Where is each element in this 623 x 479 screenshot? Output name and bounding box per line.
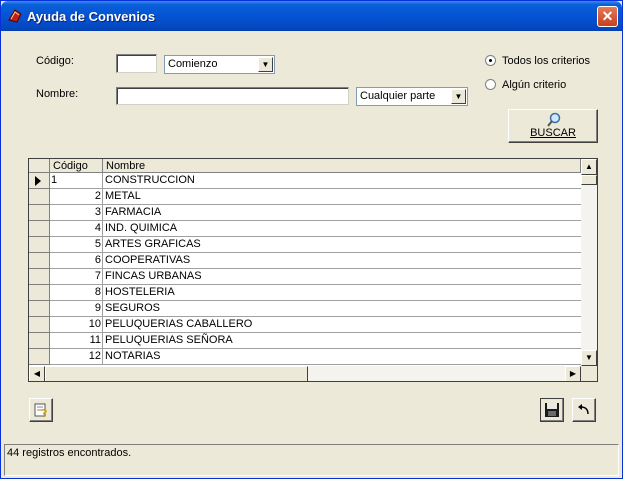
codigo-input[interactable] — [116, 54, 157, 73]
radio-algun-criterio-label[interactable]: Algún criterio — [502, 79, 566, 91]
cell-nombre[interactable]: FARMACIA — [103, 205, 581, 221]
radio-todos-criterios-label[interactable]: Todos los criterios — [502, 55, 590, 67]
row-indicator[interactable] — [29, 205, 50, 221]
table-row[interactable]: 1 CONSTRUCCION — [29, 173, 581, 189]
cell-codigo[interactable]: 3 — [50, 205, 103, 221]
row-indicator[interactable] — [29, 253, 50, 269]
scrollbar-corner — [581, 366, 597, 381]
table-row[interactable]: 3 FARMACIA — [29, 205, 581, 221]
codigo-match-select[interactable]: Comienzo ▼ — [164, 55, 275, 74]
cell-nombre[interactable]: FINCAS URBANAS — [103, 269, 581, 285]
vertical-scrollbar[interactable]: ▲ ▼ — [581, 159, 597, 366]
scroll-right-icon[interactable]: ▶ — [565, 366, 581, 381]
cell-nombre[interactable]: ARTES GRAFICAS — [103, 237, 581, 253]
table-row[interactable]: 4 IND. QUIMICA — [29, 221, 581, 237]
table-row[interactable]: 12 NOTARIAS — [29, 349, 581, 365]
row-indicator[interactable] — [29, 285, 50, 301]
cell-codigo[interactable]: 9 — [50, 301, 103, 317]
cell-codigo[interactable]: 2 — [50, 189, 103, 205]
svg-text:?: ? — [41, 407, 47, 418]
cell-codigo[interactable]: 10 — [50, 317, 103, 333]
table-row[interactable]: 11 PELUQUERIAS SEÑORA — [29, 333, 581, 349]
app-icon — [8, 9, 22, 23]
row-indicator[interactable] — [29, 349, 50, 365]
cell-nombre[interactable]: HOSTELERIA — [103, 285, 581, 301]
nombre-match-value: Cualquier parte — [360, 90, 436, 102]
row-indicator[interactable] — [29, 317, 50, 333]
table-row[interactable]: 5 ARTES GRAFICAS — [29, 237, 581, 253]
cell-nombre[interactable]: COOPERATIVAS — [103, 253, 581, 269]
chevron-down-icon[interactable]: ▼ — [258, 57, 273, 72]
table-row[interactable]: 7 FINCAS URBANAS — [29, 269, 581, 285]
grid-indicator-header — [29, 159, 50, 173]
table-row[interactable]: 9 SEGUROS — [29, 301, 581, 317]
row-indicator[interactable] — [29, 301, 50, 317]
table-row[interactable]: 10 PELUQUERIAS CABALLERO — [29, 317, 581, 333]
cell-codigo[interactable]: 4 — [50, 221, 103, 237]
table-row[interactable]: 6 COOPERATIVAS — [29, 253, 581, 269]
horizontal-scrollbar[interactable]: ◀ ▶ — [29, 366, 581, 381]
close-button[interactable]: ✕ — [597, 6, 618, 27]
row-indicator[interactable] — [29, 173, 50, 189]
floppy-disk-icon — [545, 403, 559, 417]
cell-codigo[interactable]: 5 — [50, 237, 103, 253]
save-button[interactable] — [540, 398, 564, 422]
help-notepad-icon: ? — [34, 403, 47, 418]
undo-arrow-icon — [578, 404, 589, 415]
nombre-match-select[interactable]: Cualquier parte ▼ — [356, 87, 468, 106]
buscar-button[interactable]: BUSCAR — [508, 109, 598, 143]
window-title: Ayuda de Convenios — [27, 9, 156, 24]
cell-nombre[interactable]: CONSTRUCCION — [103, 173, 581, 189]
radio-algun-criterio[interactable] — [485, 79, 496, 90]
cell-codigo[interactable]: 1 — [50, 173, 103, 189]
magnifier-icon — [547, 112, 561, 127]
undo-button[interactable] — [572, 398, 596, 422]
row-indicator[interactable] — [29, 333, 50, 349]
scroll-left-icon[interactable]: ◀ — [29, 366, 45, 381]
codigo-label: Código: — [36, 55, 74, 67]
dialog-window: Ayuda de Convenios ✕ Código: Comienzo ▼ … — [0, 0, 623, 479]
codigo-match-value: Comienzo — [168, 58, 218, 70]
cell-nombre[interactable]: METAL — [103, 189, 581, 205]
chevron-down-icon[interactable]: ▼ — [451, 89, 466, 104]
current-row-arrow-icon — [35, 176, 41, 186]
cell-codigo[interactable]: 7 — [50, 269, 103, 285]
status-text: 44 registros encontrados. — [7, 447, 132, 459]
radio-todos-criterios[interactable] — [485, 55, 496, 66]
nombre-input[interactable] — [116, 87, 349, 105]
horizontal-scroll-thumb[interactable] — [45, 366, 308, 381]
cell-codigo[interactable]: 12 — [50, 349, 103, 365]
vertical-scroll-thumb[interactable] — [581, 175, 597, 185]
cell-codigo[interactable]: 11 — [50, 333, 103, 349]
table-row[interactable]: 8 HOSTELERIA — [29, 285, 581, 301]
row-indicator[interactable] — [29, 189, 50, 205]
row-indicator[interactable] — [29, 237, 50, 253]
cell-nombre[interactable]: IND. QUIMICA — [103, 221, 581, 237]
results-grid[interactable]: Código Nombre 1 CONSTRUCCION 2 METAL 3 F… — [28, 158, 598, 382]
cell-nombre[interactable]: SEGUROS — [103, 301, 581, 317]
scroll-down-icon[interactable]: ▼ — [581, 350, 597, 366]
nombre-label: Nombre: — [36, 88, 79, 100]
cell-nombre[interactable]: PELUQUERIAS CABALLERO — [103, 317, 581, 333]
table-row[interactable]: 2 METAL — [29, 189, 581, 205]
row-indicator[interactable] — [29, 221, 50, 237]
status-bar: 44 registros encontrados. — [4, 444, 619, 476]
scroll-up-icon[interactable]: ▲ — [581, 159, 597, 175]
cell-codigo[interactable]: 8 — [50, 285, 103, 301]
buscar-button-label: BUSCAR — [530, 127, 576, 139]
help-button[interactable]: ? — [29, 398, 53, 422]
cell-nombre[interactable]: NOTARIAS — [103, 349, 581, 365]
column-header-codigo[interactable]: Código — [50, 159, 103, 173]
cell-codigo[interactable]: 6 — [50, 253, 103, 269]
title-bar[interactable]: Ayuda de Convenios ✕ — [1, 1, 622, 31]
cell-nombre[interactable]: PELUQUERIAS SEÑORA — [103, 333, 581, 349]
row-indicator[interactable] — [29, 269, 50, 285]
column-header-nombre[interactable]: Nombre — [103, 159, 581, 173]
